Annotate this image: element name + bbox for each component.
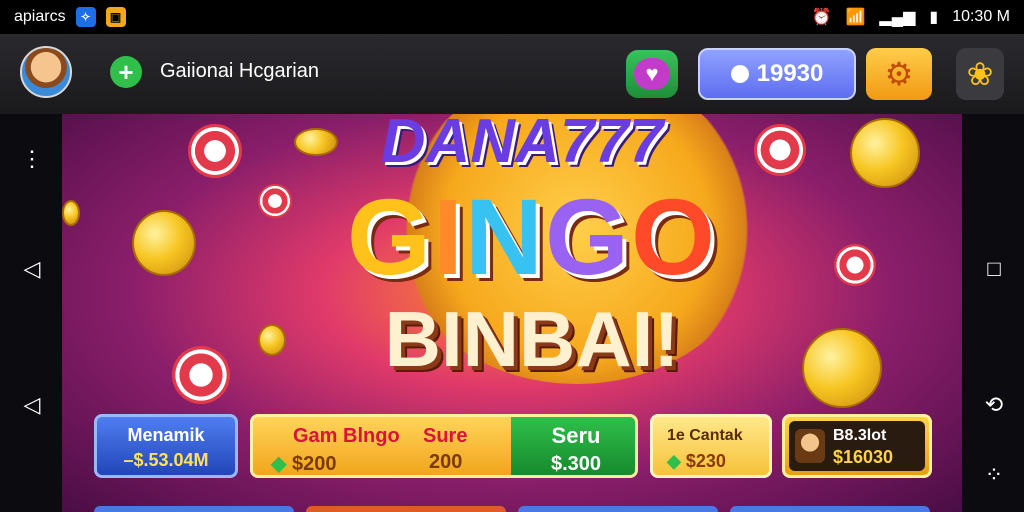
- gold-coin: [850, 118, 920, 188]
- coin-balance: 19930: [756, 60, 824, 87]
- app-icon-blue: ✧: [75, 7, 96, 27]
- logo-gingo: GINGO: [292, 174, 772, 299]
- settings-button[interactable]: ⚙: [866, 48, 932, 100]
- status-bar: apiarcs ✧ ▣ ⏰ 📶 ▂▄▆ ▮ 10:30 M: [0, 0, 1024, 34]
- cantar-card[interactable]: 1e Cantak ◆ $230: [650, 414, 772, 478]
- menarik-card[interactable]: Menamik –$.53.04M: [94, 414, 238, 478]
- casino-chip: [754, 124, 806, 176]
- username: Gaiionai Hcgarian: [160, 60, 319, 82]
- gear-icon: ⚙: [884, 56, 914, 92]
- sure-title: Sure: [423, 425, 468, 447]
- bingo-prize: ◆ $200: [271, 451, 337, 475]
- gold-coin: [62, 200, 80, 226]
- bingo-title: Gam Blngo: [293, 425, 400, 447]
- menarik-title: Menamik: [127, 425, 205, 445]
- slot-card[interactable]: B8.3lot $16030: [782, 414, 932, 478]
- heart-icon: ♥: [634, 58, 670, 90]
- logo-letter: G: [545, 176, 632, 297]
- logo-letter: N: [465, 176, 545, 297]
- game-area: DANA777 GINGO BINBAI! Menamik –$.53.04M …: [62, 114, 962, 512]
- menarik-value: –$.53.04M: [123, 450, 209, 470]
- gem-icon: ◆: [271, 453, 287, 475]
- cantar-value: $230: [685, 451, 726, 471]
- heart-button[interactable]: ♥: [626, 50, 678, 98]
- bottom-card[interactable]: [518, 506, 718, 512]
- bottom-card[interactable]: [94, 506, 294, 512]
- bingo-prize-value: $200: [291, 453, 337, 475]
- logo-letter: O: [631, 176, 718, 297]
- alarm-icon: ⏰: [811, 9, 832, 26]
- gold-coin: [132, 210, 196, 276]
- logo-letter: I: [432, 176, 465, 297]
- slot-title: B8.3lot: [833, 427, 887, 444]
- bingo-card[interactable]: Gam Blngo Sure ◆ $200 200 Seru $.300: [250, 414, 638, 478]
- seru-section[interactable]: Seru $.300: [511, 417, 635, 475]
- slot-inner: B8.3lot $16030: [789, 421, 925, 471]
- coin-icon: [730, 65, 749, 83]
- gem-icon: ◆: [667, 451, 681, 471]
- status-app-text: apiarcs: [14, 8, 66, 25]
- seru-value: $.300: [550, 453, 602, 475]
- nav-bar-left: ⋮ ◁ ◁: [0, 114, 62, 512]
- options-button[interactable]: ❀: [956, 48, 1004, 100]
- bottom-card[interactable]: [730, 506, 930, 512]
- flower-gear-icon: ❀: [966, 56, 994, 92]
- cantar-prize: ◆ $230: [667, 451, 726, 472]
- seru-title: Seru: [551, 423, 601, 448]
- casino-chip: [834, 244, 876, 286]
- bingo-section: Gam Blngo Sure ◆ $200 200: [253, 417, 511, 475]
- rotate-icon[interactable]: ⟲: [982, 392, 1006, 418]
- signal-icon: ▂▄▆: [879, 9, 916, 26]
- gold-coin: [802, 328, 882, 408]
- cantar-title: 1e Cantak: [667, 427, 743, 444]
- dots-grid-icon[interactable]: ⁘: [982, 462, 1006, 488]
- app-icon-orange: ▣: [105, 7, 126, 27]
- wifi-icon: 📶: [845, 9, 866, 26]
- nav-bar-right: □ ⟲ ⁘: [962, 114, 1024, 512]
- more-vertical-icon[interactable]: ⋮: [20, 146, 44, 172]
- casino-chip: [188, 124, 242, 178]
- bottom-cards-strip: [94, 506, 930, 512]
- slot-avatar: [795, 429, 825, 463]
- add-friend-button[interactable]: +: [110, 56, 142, 88]
- casino-chip: [258, 184, 292, 218]
- casino-chip: [172, 346, 230, 404]
- logo-binbai: BINBAI!: [384, 295, 680, 383]
- gold-coin: [294, 128, 338, 156]
- plus-icon: +: [118, 57, 134, 87]
- bottom-card[interactable]: [306, 506, 506, 512]
- logo-dana: DANA777: [380, 114, 664, 176]
- back-icon[interactable]: ◁: [20, 256, 44, 282]
- logo-letter: G: [346, 176, 433, 297]
- sure-prize: 200: [429, 451, 463, 473]
- coin-balance-button[interactable]: 19930: [698, 48, 856, 100]
- battery-icon: ▮: [929, 9, 939, 26]
- gold-coin: [258, 324, 286, 356]
- clock: 10:30 M: [952, 8, 1010, 25]
- top-bar: + Gaiionai Hcgarian ♥ 19930 ⚙ ❀: [0, 34, 1024, 114]
- recents-icon[interactable]: □: [982, 256, 1006, 282]
- avatar[interactable]: [20, 46, 72, 98]
- back-arrow-icon[interactable]: ◁: [20, 392, 44, 418]
- slot-value: $16030: [833, 447, 894, 467]
